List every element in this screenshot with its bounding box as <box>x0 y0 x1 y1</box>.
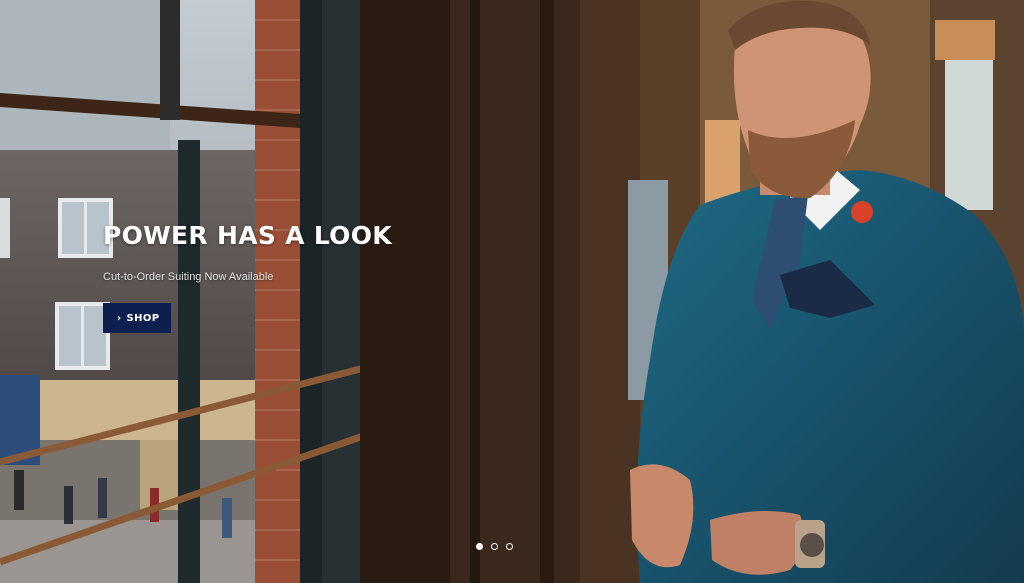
carousel-dot-2[interactable] <box>491 543 498 550</box>
shop-button-label: SHOP <box>126 312 160 324</box>
hero-title: POWER HAS A LOOK <box>103 221 392 250</box>
carousel-pagination <box>476 543 513 550</box>
hero-content: POWER HAS A LOOK Cut-to-Order Suiting No… <box>103 220 392 333</box>
chevron-right-icon: › <box>117 312 122 324</box>
shop-button[interactable]: › SHOP <box>103 303 171 333</box>
carousel-dot-3[interactable] <box>506 543 513 550</box>
hero-banner: POWER HAS A LOOK Cut-to-Order Suiting No… <box>0 0 1024 583</box>
carousel-dot-1[interactable] <box>476 543 483 550</box>
hero-subtitle: Cut-to-Order Suiting Now Available <box>103 271 274 283</box>
